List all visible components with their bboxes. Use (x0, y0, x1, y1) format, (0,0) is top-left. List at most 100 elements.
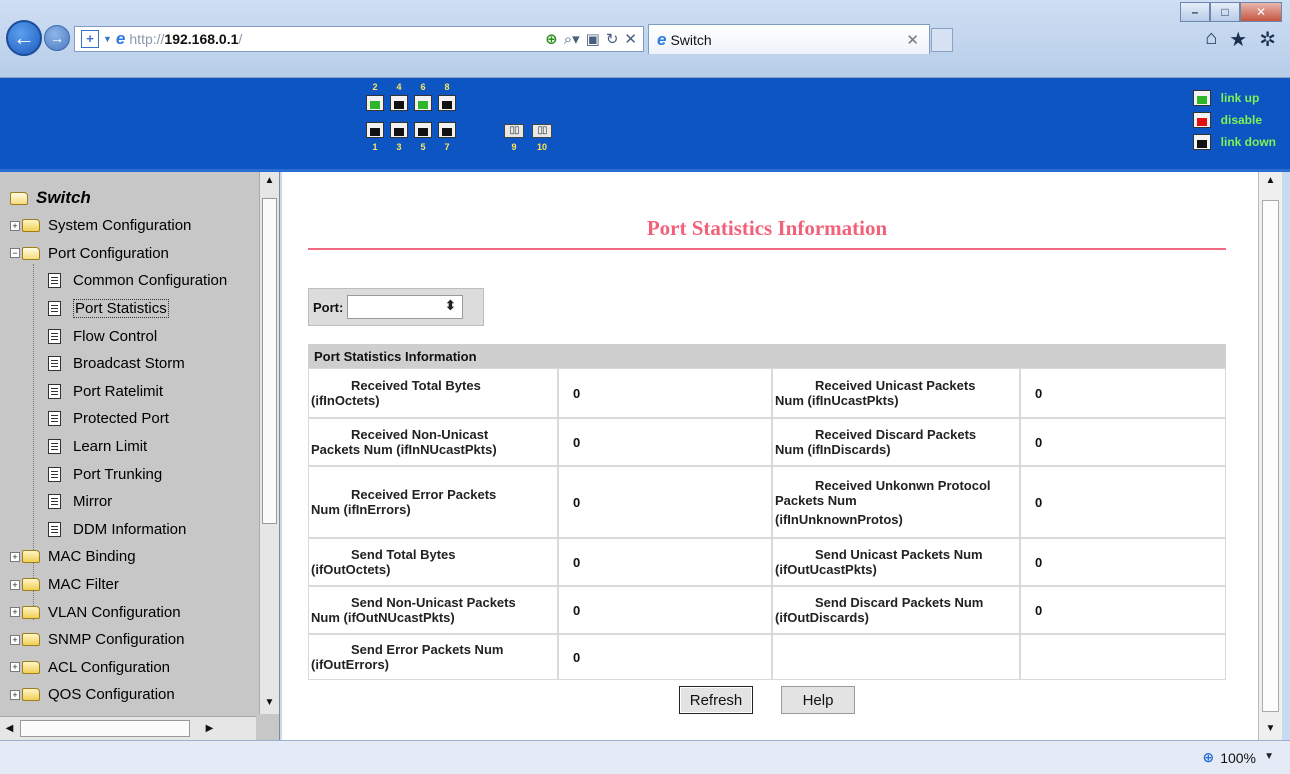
scroll-right-arrow-icon[interactable]: ▶ (200, 720, 219, 738)
sfp-port-9-icon[interactable]: ▯▯ (504, 124, 524, 138)
close-window-button[interactable]: ✕ (1240, 2, 1282, 22)
sidebar-item-protected-port[interactable]: Protected Port (0, 405, 256, 433)
stat-value: 0 (1020, 418, 1226, 466)
expand-icon[interactable]: + (10, 579, 20, 590)
port-7-icon[interactable] (438, 122, 456, 138)
browser-chrome: – □ ✕ ← → + ▼ e http:// 192.168.0.1 / ⊕ … (0, 0, 1290, 78)
table-row: Send Error Packets Num (ifOutErrors) 0 (308, 634, 1226, 680)
collapse-icon[interactable]: − (10, 248, 20, 259)
sidebar-item-common-configuration[interactable]: Common Configuration (0, 267, 256, 295)
close-tab-icon[interactable]: ✕ (906, 31, 919, 49)
stop-icon[interactable]: ✕ (624, 30, 637, 48)
sidebar-item-broadcast-storm[interactable]: Broadcast Storm (0, 350, 256, 378)
window-controls: – □ ✕ (1180, 2, 1282, 22)
link-down-icon (1192, 134, 1211, 150)
scroll-down-arrow-icon[interactable]: ▼ (260, 694, 279, 712)
stat-label: Send Error Packets Num (ifOutErrors) (308, 634, 558, 680)
sidebar-item-flow-control[interactable]: Flow Control (0, 322, 256, 350)
expand-icon[interactable]: + (10, 662, 20, 673)
refresh-icon[interactable]: ↻ (606, 30, 619, 48)
search-icon[interactable]: ⌕▾ (564, 30, 580, 48)
expand-icon[interactable]: + (10, 689, 20, 700)
legend-label: disable (1220, 113, 1263, 127)
port-4-icon[interactable] (390, 95, 408, 111)
sidebar-item-acl-configuration[interactable]: + ACL Configuration (0, 654, 256, 682)
sidebar-item-port-trunking[interactable]: Port Trunking (0, 460, 256, 488)
stat-label: Send Unicast Packets Num (ifOutUcastPkts) (772, 538, 1020, 586)
scroll-left-arrow-icon[interactable]: ◀ (0, 720, 19, 738)
sidebar-item-port-ratelimit[interactable]: Port Ratelimit (0, 378, 256, 406)
sidebar-item-label: VLAN Configuration (48, 603, 181, 621)
sidebar-item-mirror[interactable]: Mirror (0, 488, 256, 516)
port-3-icon[interactable] (390, 122, 408, 138)
go-icon[interactable]: ⊕ (545, 30, 558, 48)
sidebar-item-qos-configuration[interactable]: + QOS Configuration (0, 681, 256, 709)
sidebar: Switch + System Configuration − Port Con… (0, 172, 280, 740)
expand-icon[interactable]: + (10, 607, 20, 618)
new-tab-button[interactable] (931, 28, 953, 52)
scroll-up-arrow-icon[interactable]: ▲ (1261, 172, 1280, 190)
sidebar-item-system-configuration[interactable]: + System Configuration (0, 212, 256, 240)
sidebar-item-mac-binding[interactable]: + MAC Binding (0, 543, 256, 571)
sidebar-item-mac-filter[interactable]: + MAC Filter (0, 571, 256, 599)
port-8-icon[interactable] (438, 95, 456, 111)
scrollbar-thumb[interactable] (20, 720, 190, 737)
tab-switch[interactable]: e Switch ✕ (648, 24, 930, 54)
scrollbar-thumb[interactable] (262, 198, 277, 524)
stat-label: Received Unicast Packets Num (ifInUcastPk… (772, 368, 1020, 418)
sidebar-item-ddm-information[interactable]: DDM Information (0, 516, 256, 544)
compatibility-icon[interactable]: + (81, 30, 99, 48)
gear-icon[interactable]: ✲ (1259, 27, 1276, 52)
back-button[interactable]: ← (6, 20, 42, 56)
forward-button[interactable]: → (44, 25, 70, 51)
sidebar-item-port-configuration[interactable]: − Port Configuration (0, 240, 256, 268)
refresh-button[interactable]: Refresh (679, 686, 753, 714)
port-label: Port: (313, 299, 344, 315)
maximize-button[interactable]: □ (1210, 2, 1240, 22)
sidebar-horizontal-scrollbar[interactable]: ◀ ▶ (0, 716, 256, 740)
sidebar-item-vlan-configuration[interactable]: + VLAN Configuration (0, 598, 256, 626)
port-selector-box: Port: ⬍ (308, 288, 484, 326)
sidebar-item-port-statistics[interactable]: Port Statistics (0, 295, 256, 323)
minimize-button[interactable]: – (1180, 2, 1210, 22)
chevron-down-icon[interactable]: ▼ (1264, 751, 1274, 762)
select-spinner-icon[interactable]: ⬍ (445, 297, 457, 314)
table-row: Received Total Bytes (ifInOctets) 0 Recei… (308, 368, 1226, 418)
sidebar-item-learn-limit[interactable]: Learn Limit (0, 433, 256, 461)
zoom-control[interactable]: ⊕ 100% (1202, 749, 1256, 766)
expand-icon[interactable]: + (10, 551, 20, 562)
tree-root[interactable]: Switch (0, 184, 256, 212)
help-button[interactable]: Help (781, 686, 855, 714)
sfp-port-10-icon[interactable]: ▯▯ (532, 124, 552, 138)
folder-icon (22, 633, 40, 647)
scroll-up-arrow-icon[interactable]: ▲ (260, 172, 279, 190)
port-select[interactable]: ⬍ (347, 295, 464, 319)
content-vertical-scrollbar[interactable]: ▲ ▼ (1258, 172, 1282, 740)
scroll-down-arrow-icon[interactable]: ▼ (1261, 720, 1280, 738)
port-6-icon[interactable] (414, 95, 432, 111)
sidebar-vertical-scrollbar[interactable]: ▲ ▼ (259, 172, 279, 714)
port-2-icon[interactable] (366, 95, 384, 111)
back-arrow-icon: ← (13, 25, 35, 50)
tree-root-label: Switch (36, 188, 91, 207)
certificate-icon[interactable]: ▣ (586, 30, 600, 48)
document-icon (48, 411, 61, 427)
stat-label: Send Total Bytes (ifOutOctets) (308, 538, 558, 586)
sidebar-item-label: ACL Configuration (48, 658, 171, 676)
port-label: 3 (396, 142, 402, 152)
address-bar[interactable]: + ▼ e http:// 192.168.0.1 / ⊕ ⌕▾ ▣ ↻ ✕ (74, 26, 644, 52)
legend-label: link up (1220, 91, 1260, 105)
stat-value: 0 (1020, 538, 1226, 586)
port-1-icon[interactable] (366, 122, 384, 138)
sidebar-item-snmp-configuration[interactable]: + SNMP Configuration (0, 626, 256, 654)
table-header: Port Statistics Information (308, 344, 1226, 368)
chevron-down-icon[interactable]: ▼ (103, 34, 112, 44)
sidebar-item-label: MAC Filter (48, 576, 119, 594)
legend-label: link down (1220, 135, 1276, 149)
expand-icon[interactable]: + (10, 634, 20, 645)
favorites-star-icon[interactable]: ★ (1229, 27, 1247, 52)
expand-icon[interactable]: + (10, 220, 20, 231)
port-5-icon[interactable] (414, 122, 432, 138)
scrollbar-thumb[interactable] (1262, 200, 1279, 712)
home-icon[interactable]: ⌂ (1205, 27, 1217, 52)
